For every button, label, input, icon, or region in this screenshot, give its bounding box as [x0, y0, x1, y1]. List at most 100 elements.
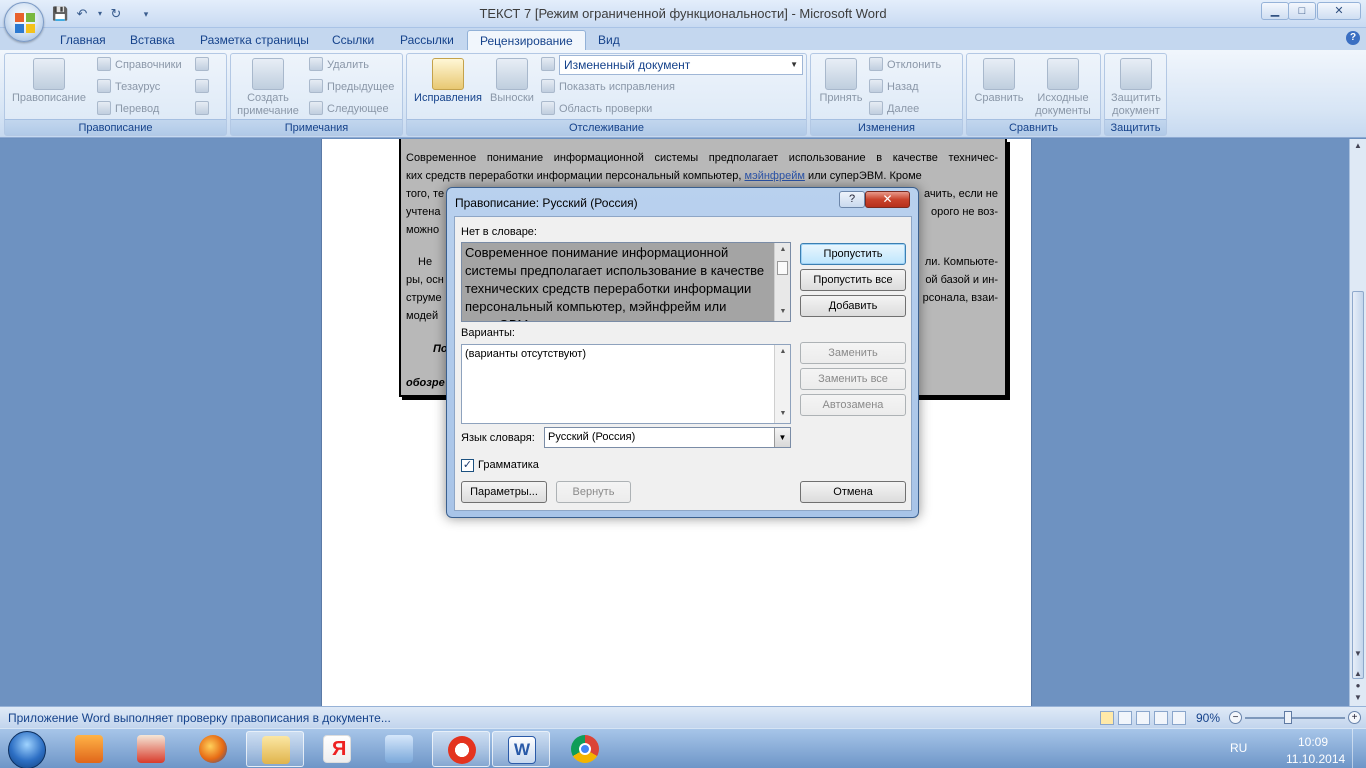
- tab-mailings[interactable]: Рассылки: [388, 30, 466, 50]
- outline-view-icon[interactable]: [1154, 711, 1168, 725]
- previous-change-button[interactable]: Назад: [869, 78, 919, 96]
- set-language-button[interactable]: [195, 56, 213, 74]
- translate-button[interactable]: Перевод: [97, 100, 159, 118]
- dictionary-language-select[interactable]: Русский (Россия) ▼: [544, 427, 791, 448]
- replace-all-button[interactable]: Заменить все: [800, 368, 906, 390]
- delete-comment-button[interactable]: Удалить: [309, 56, 369, 74]
- abc-check-icon: [33, 58, 65, 90]
- grammar-checkbox[interactable]: ✓: [461, 459, 474, 472]
- vertical-scrollbar[interactable]: ▲ ▼ ▲ ● ▼: [1349, 139, 1366, 706]
- scroll-up-icon[interactable]: ▲: [778, 246, 788, 256]
- suggestions-list[interactable]: (варианты отсутствуют) ▲ ▼: [461, 344, 791, 424]
- suggestions-scrollbar[interactable]: ▲ ▼: [774, 345, 790, 423]
- tab-home[interactable]: Главная: [48, 30, 118, 50]
- research-button[interactable]: Справочники: [97, 56, 182, 74]
- skip-button[interactable]: Пропустить: [800, 243, 906, 265]
- display-for-review-select[interactable]: Измененный документ ▼: [559, 55, 803, 75]
- web-layout-view-icon[interactable]: [1136, 711, 1150, 725]
- replace-button[interactable]: Заменить: [800, 342, 906, 364]
- skip-all-button[interactable]: Пропустить все: [800, 269, 906, 291]
- next-change-icon: [869, 101, 883, 115]
- tab-review[interactable]: Рецензирование: [467, 30, 586, 50]
- zoom-slider[interactable]: [1245, 717, 1345, 719]
- previous-comment-button[interactable]: Предыдущее: [309, 78, 394, 96]
- reviewing-pane-button[interactable]: Область проверки: [541, 100, 652, 118]
- scroll-thumb[interactable]: [777, 261, 788, 275]
- dialog-help-button[interactable]: ?: [839, 191, 865, 208]
- taskbar-chrome[interactable]: [556, 731, 614, 767]
- scroll-up-icon[interactable]: ▲: [778, 348, 788, 358]
- dialog-close-button[interactable]: ✕: [865, 191, 910, 208]
- undo-button[interactable]: Вернуть: [556, 481, 631, 503]
- tab-view[interactable]: Вид: [586, 30, 632, 50]
- not-in-dictionary-scrollbar[interactable]: ▲ ▼: [774, 243, 790, 321]
- taskbar-yandex-browser[interactable]: [432, 731, 490, 767]
- browse-object-icon[interactable]: ●: [1353, 681, 1363, 691]
- autocorrect-button[interactable]: Автозамена: [800, 394, 906, 416]
- next-change-button[interactable]: Далее: [869, 100, 919, 118]
- print-layout-view-icon[interactable]: [1100, 711, 1114, 725]
- help-icon[interactable]: ?: [1346, 31, 1360, 45]
- taskbar-word[interactable]: W: [492, 731, 550, 767]
- source-documents-button[interactable]: Исходные документы: [1029, 56, 1097, 118]
- dictionary-language-label: Язык словаря:: [461, 432, 535, 444]
- minimize-button[interactable]: ▁: [1261, 2, 1289, 20]
- taskbar-media-player[interactable]: [60, 731, 118, 767]
- full-screen-view-icon[interactable]: [1118, 711, 1132, 725]
- start-button[interactable]: [8, 731, 46, 768]
- dialog-title: Правописание: Русский (Россия): [455, 196, 638, 210]
- cancel-button[interactable]: Отмена: [800, 481, 906, 503]
- reject-button[interactable]: Отклонить: [869, 56, 941, 74]
- taskbar-yandex[interactable]: Я: [308, 731, 366, 767]
- new-comment-button[interactable]: Создать примечание: [233, 56, 303, 118]
- track-changes-button[interactable]: Исправления: [409, 56, 487, 105]
- tab-insert[interactable]: Вставка: [118, 30, 187, 50]
- office-button[interactable]: [4, 2, 44, 42]
- scroll-down-icon[interactable]: ▼: [778, 410, 788, 420]
- tab-references[interactable]: Ссылки: [320, 30, 386, 50]
- close-button[interactable]: ✕: [1317, 2, 1361, 20]
- prev-page-icon[interactable]: ▲: [1353, 669, 1363, 679]
- compare-button[interactable]: Сравнить: [969, 56, 1029, 105]
- next-page-icon[interactable]: ▼: [1353, 693, 1363, 703]
- show-desktop-button[interactable]: [1352, 729, 1366, 768]
- zoom-slider-thumb[interactable]: [1284, 711, 1292, 724]
- tab-page-layout[interactable]: Разметка страницы: [188, 30, 321, 50]
- next-comment-button[interactable]: Следующее: [309, 100, 389, 118]
- abc-123-button[interactable]: [195, 100, 213, 118]
- draft-view-icon[interactable]: [1172, 711, 1186, 725]
- scroll-down-icon[interactable]: ▼: [1353, 649, 1363, 659]
- suggestions-label: Варианты:: [461, 327, 515, 339]
- add-to-dictionary-button[interactable]: Добавить: [800, 295, 906, 317]
- protect-document-button[interactable]: Защитить документ: [1106, 56, 1166, 118]
- word-count-button[interactable]: [195, 78, 213, 96]
- scroll-thumb[interactable]: [1352, 291, 1364, 679]
- language-indicator[interactable]: RU: [1230, 741, 1247, 755]
- zoom-level[interactable]: 90%: [1196, 711, 1220, 725]
- show-markup-button[interactable]: Показать исправления: [541, 78, 675, 96]
- scroll-up-icon[interactable]: ▲: [1353, 141, 1363, 151]
- thesaurus-button[interactable]: Тезаурус: [97, 78, 160, 96]
- reject-icon: [869, 57, 883, 71]
- taskbar-paint[interactable]: [122, 731, 180, 767]
- maximize-button[interactable]: □: [1288, 2, 1316, 20]
- taskbar-sound[interactable]: [370, 731, 428, 767]
- zoom-in-icon[interactable]: +: [1348, 711, 1361, 724]
- group-compare: Сравнить Исходные документы Сравнить: [966, 53, 1101, 136]
- taskbar-explorer[interactable]: [246, 731, 304, 767]
- show-markup-icon: [541, 79, 555, 93]
- spelling-button[interactable]: Правописание: [8, 56, 90, 105]
- not-in-dictionary-textbox[interactable]: Современное понимание информационной сис…: [461, 242, 791, 322]
- research-icon: [97, 57, 111, 71]
- scroll-down-icon[interactable]: ▼: [778, 308, 788, 318]
- balloons-button[interactable]: Выноски: [487, 56, 537, 105]
- taskbar-firefox[interactable]: [184, 731, 242, 767]
- clock-time[interactable]: 10:09: [1298, 735, 1328, 749]
- spelling-dialog: Правописание: Русский (Россия) ? ✕ Нет в…: [446, 187, 919, 518]
- zoom-out-icon[interactable]: −: [1229, 711, 1242, 724]
- options-button[interactable]: Параметры...: [461, 481, 547, 503]
- clock-date[interactable]: 11.10.2014: [1286, 752, 1345, 766]
- accept-button[interactable]: Принять: [813, 56, 869, 105]
- office-logo-icon: [15, 13, 35, 33]
- chrome-icon: [571, 735, 599, 763]
